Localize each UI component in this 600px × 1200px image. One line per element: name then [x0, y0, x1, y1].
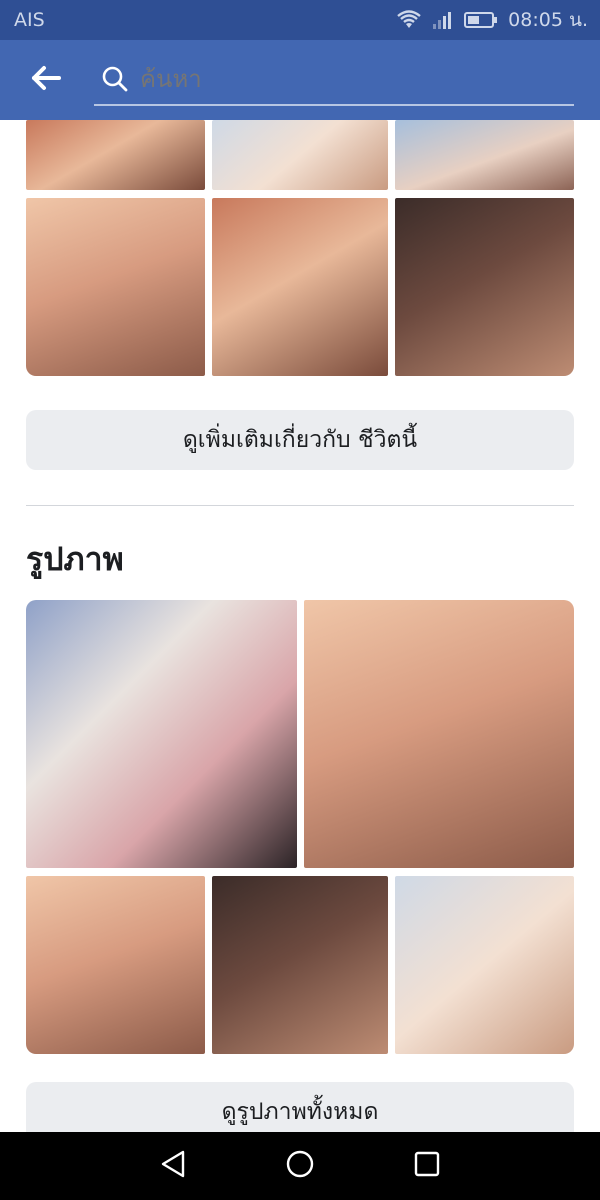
clock: 08:05 น. — [508, 9, 588, 31]
back-button[interactable] — [24, 60, 68, 100]
nav-home-button[interactable] — [270, 1136, 330, 1196]
life-photo-6[interactable] — [395, 198, 574, 376]
app-bar — [0, 40, 600, 120]
signal-icon — [432, 10, 454, 30]
nav-back-button[interactable] — [143, 1136, 203, 1196]
see-more-life-event-button[interactable]: ดูเพิ่มเติมเกี่ยวกับ ชีวิตนี้ — [26, 410, 574, 470]
search-bar[interactable] — [94, 54, 574, 106]
photo-5[interactable] — [395, 876, 574, 1054]
screen: AIS 08:05 น. ค้นหา ดูเพิ่มเติมเกี่ยวกับ … — [0, 0, 600, 1200]
wifi-icon — [396, 10, 422, 30]
photo-1[interactable] — [26, 600, 297, 868]
status-icons: 08:05 น. — [396, 5, 588, 35]
arrow-left-icon — [31, 65, 61, 95]
life-photo-4[interactable] — [26, 198, 205, 376]
battery-icon — [464, 11, 498, 29]
home-circle-icon — [285, 1149, 315, 1183]
search-input[interactable] — [140, 65, 560, 93]
recents-square-icon — [413, 1150, 441, 1182]
profile-content: ดูเพิ่มเติมเกี่ยวกับ ชีวิตนี้ รูปภาพ ดูร… — [0, 120, 600, 1132]
life-photo-1[interactable] — [26, 120, 205, 190]
life-photo-3[interactable] — [395, 120, 574, 190]
nav-recents-button[interactable] — [397, 1136, 457, 1196]
system-nav-bar — [0, 1132, 600, 1200]
photos-section-title: รูปภาพ — [26, 540, 124, 578]
see-all-photos-button[interactable]: ดูรูปภาพทั้งหมด — [26, 1082, 574, 1132]
carrier-label: AIS — [14, 9, 45, 31]
photo-3[interactable] — [26, 876, 205, 1054]
status-bar: AIS 08:05 น. — [0, 0, 600, 40]
photo-2[interactable] — [304, 600, 574, 868]
photo-4[interactable] — [212, 876, 388, 1054]
life-photo-2[interactable] — [212, 120, 388, 190]
life-photo-5[interactable] — [212, 198, 388, 376]
search-icon — [98, 62, 132, 96]
section-divider — [26, 505, 574, 506]
back-triangle-icon — [159, 1149, 187, 1183]
